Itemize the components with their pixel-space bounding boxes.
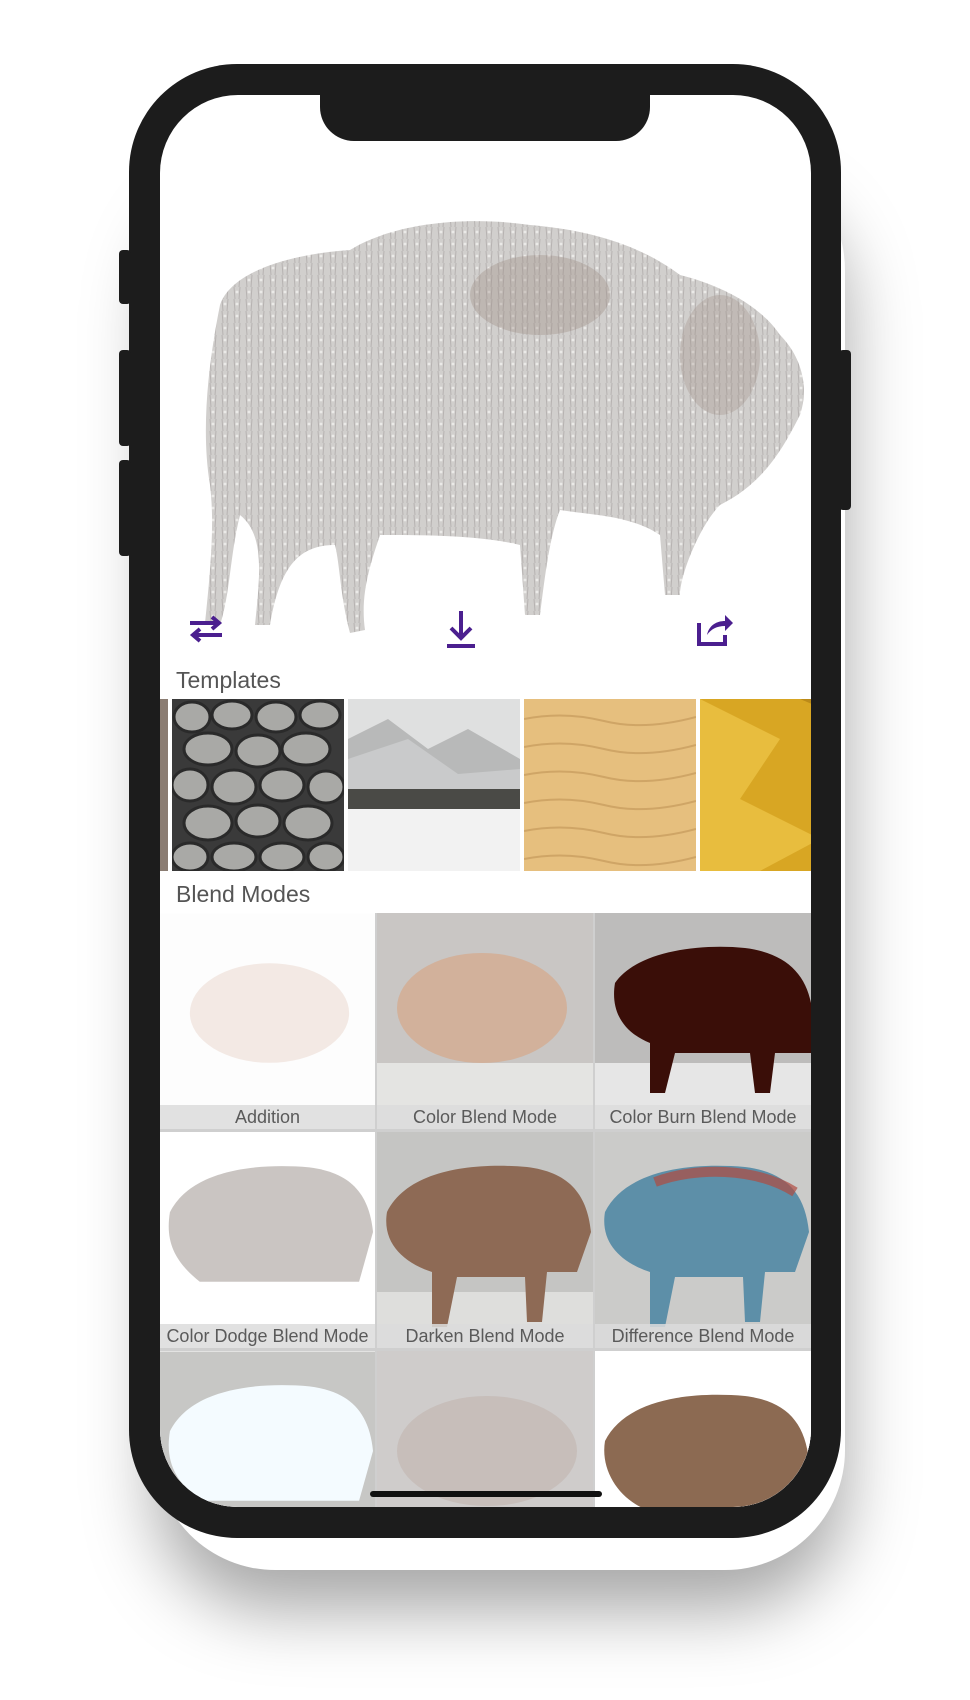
share-icon <box>697 615 733 646</box>
blend-mode-label: Darken Blend Mode <box>377 1324 593 1348</box>
blend-mode-label: Addition <box>160 1105 375 1129</box>
blend-modes-grid: Addition Color Blend Mode Color Burn Ble… <box>160 913 811 1507</box>
share-button[interactable] <box>691 605 739 653</box>
blend-mode-8[interactable] <box>377 1351 593 1507</box>
power-button <box>839 350 851 510</box>
blend-mode-color-burn[interactable]: Color Burn Blend Mode <box>595 913 811 1129</box>
templates-label: Templates <box>176 667 281 693</box>
volume-up-button <box>119 350 131 446</box>
blend-mode-darken[interactable]: Darken Blend Mode <box>377 1132 593 1348</box>
blend-modes-label: Blend Modes <box>176 881 311 907</box>
app-screen: Templates Blend Modes Addition Color Ble… <box>160 95 811 1507</box>
volume-down-button <box>119 460 131 556</box>
download-icon <box>447 611 475 648</box>
blend-mode-label: Color Burn Blend Mode <box>595 1105 811 1129</box>
blend-mode-addition[interactable]: Addition <box>160 913 375 1129</box>
template-stone-wall[interactable] <box>172 699 344 871</box>
template-stone[interactable] <box>160 699 168 871</box>
blend-mode-9[interactable] <box>595 1351 811 1507</box>
swap-button[interactable] <box>182 605 230 653</box>
blend-mode-difference[interactable]: Difference Blend Mode <box>595 1132 811 1348</box>
blend-mode-color[interactable]: Color Blend Mode <box>377 913 593 1129</box>
blend-mode-color-dodge[interactable]: Color Dodge Blend Mode <box>160 1132 375 1348</box>
blend-mode-label: Color Blend Mode <box>377 1105 593 1129</box>
template-snow-valley[interactable] <box>348 699 520 871</box>
swap-arrows-icon <box>189 615 223 643</box>
templates-strip[interactable] <box>160 699 811 871</box>
download-button[interactable] <box>437 605 485 653</box>
blend-mode-label: Color Dodge Blend Mode <box>160 1324 375 1348</box>
template-sand[interactable] <box>524 699 696 871</box>
notch <box>320 95 650 141</box>
template-gold[interactable] <box>700 699 811 871</box>
home-indicator <box>370 1491 602 1497</box>
blend-mode-7[interactable] <box>160 1351 375 1507</box>
blend-mode-label: Difference Blend Mode <box>595 1324 811 1348</box>
silent-switch <box>119 250 131 304</box>
